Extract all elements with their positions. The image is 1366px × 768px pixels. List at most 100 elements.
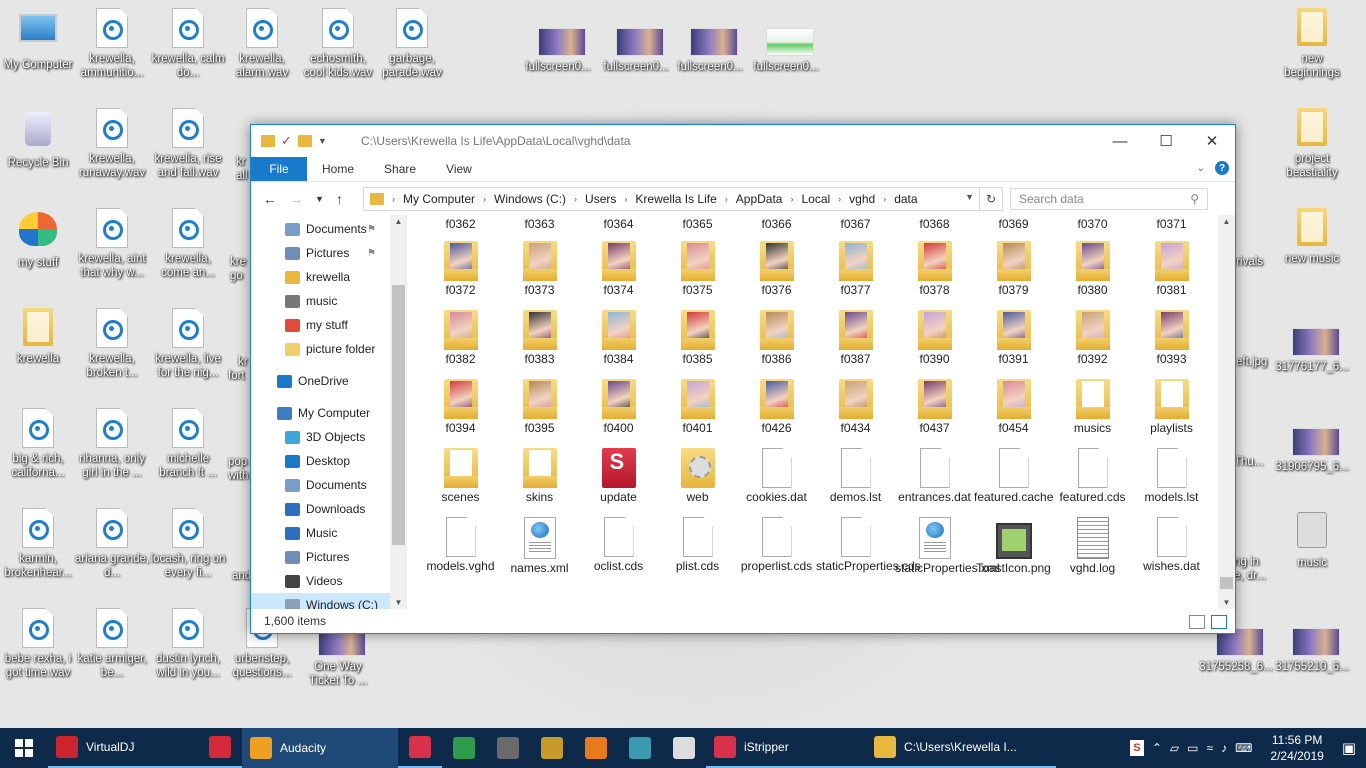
desktop-icon[interactable]: my stuff (0, 208, 76, 270)
details-view-icon[interactable] (1189, 615, 1205, 629)
breadcrumb-item[interactable]: vghd (841, 192, 875, 206)
file-item[interactable]: f0390 (895, 310, 974, 367)
file-item[interactable]: f0377 (816, 241, 895, 298)
chevron-up-icon[interactable]: ⌃ (1152, 741, 1162, 755)
nav-item[interactable]: krewella (251, 265, 390, 289)
large-icons-view-icon[interactable] (1211, 615, 1227, 629)
file-item[interactable]: f0376 (737, 241, 816, 298)
file-label[interactable]: f0365 (658, 217, 737, 232)
desktop-icon[interactable]: karmin, brokenhear... (0, 508, 76, 580)
breadcrumb-separator-icon[interactable]: › (616, 194, 627, 204)
desktop-icon[interactable]: My Computer (0, 8, 76, 72)
breadcrumb-item[interactable]: data (886, 192, 917, 206)
file-item[interactable]: web (658, 448, 737, 505)
maximize-button[interactable]: ☐ (1143, 125, 1189, 157)
scroll-down-icon[interactable]: ▼ (1218, 598, 1235, 607)
desktop-icon[interactable]: krewella, rise and fall.wav (150, 108, 226, 180)
desktop-icon[interactable]: krewella, broken t... (74, 308, 150, 380)
nav-item[interactable]: Downloads (251, 497, 390, 521)
file-item[interactable]: f0426 (737, 379, 816, 436)
pin-icon[interactable]: ⚑ (367, 224, 376, 235)
file-label[interactable]: f0363 (500, 217, 579, 232)
file-label[interactable]: f0369 (974, 217, 1053, 232)
desktop-icon[interactable]: fullscreen0... (520, 20, 596, 74)
nav-item[interactable]: picture folder (251, 337, 390, 361)
taskbar-item[interactable] (618, 728, 662, 768)
file-item[interactable]: models.lst (1132, 448, 1211, 505)
tab-share[interactable]: Share (369, 157, 431, 181)
desktop-icon[interactable]: bebe rexha, i got time.wav (0, 608, 76, 680)
help-icon[interactable]: ? (1215, 161, 1229, 175)
volume-icon[interactable]: ♪ (1221, 741, 1227, 755)
desktop-icon[interactable]: krewella, runaway.wav (74, 108, 150, 180)
desktop-icon[interactable]: new music (1274, 208, 1350, 266)
desktop-icon[interactable]: fullscreen0... (598, 20, 674, 74)
file-item[interactable]: f0372 (421, 241, 500, 298)
back-button[interactable]: ← (263, 191, 277, 207)
breadcrumb-item[interactable]: Windows (C:) (486, 192, 566, 206)
taskbar-item[interactable] (198, 728, 242, 768)
file-item[interactable]: f0386 (737, 310, 816, 367)
nav-item[interactable]: Documents ⚑ (251, 217, 390, 241)
desktop-icon[interactable]: rihanna, only girl in the ... (74, 408, 150, 480)
nav-item[interactable]: 3D Objects (251, 425, 390, 449)
scrollbar-thumb[interactable] (1220, 577, 1233, 589)
file-item[interactable]: skins (500, 448, 579, 505)
tab-file[interactable]: File (251, 157, 307, 181)
taskbar-item[interactable] (486, 728, 530, 768)
file-item[interactable]: musics (1053, 379, 1132, 436)
up-button[interactable]: ↑ (336, 191, 343, 207)
file-label[interactable]: f0366 (737, 217, 816, 232)
taskbar-item[interactable] (442, 728, 486, 768)
minimize-button[interactable]: — (1097, 125, 1143, 157)
start-button[interactable] (0, 728, 48, 768)
file-item[interactable]: f0373 (500, 241, 579, 298)
file-item[interactable]: vghd.log (1053, 517, 1132, 576)
chevron-down-icon[interactable]: ▼ (318, 136, 327, 146)
desktop-icon[interactable]: fullscreen0... (672, 20, 748, 74)
breadcrumb-item[interactable]: AppData (728, 192, 783, 206)
desktop-icon[interactable]: krewella (0, 308, 76, 366)
nav-item[interactable]: Pictures ⚑ (251, 241, 390, 265)
scroll-down-icon[interactable]: ▼ (390, 598, 407, 607)
nav-item[interactable]: Desktop (251, 449, 390, 473)
file-label[interactable]: f0371 (1132, 217, 1211, 232)
taskbar-item[interactable]: iStripper (706, 728, 866, 768)
file-item[interactable]: cookies.dat (737, 448, 816, 505)
tab-home[interactable]: Home (307, 157, 369, 181)
tab-view[interactable]: View (431, 157, 487, 181)
desktop-icon[interactable]: krewella, live for the nig... (150, 308, 226, 380)
file-item[interactable]: f0383 (500, 310, 579, 367)
file-item[interactable]: properlist.cds (737, 517, 816, 574)
content-scrollbar[interactable]: ▲ ▼ (1218, 215, 1235, 609)
refresh-button[interactable]: ↻ (979, 188, 1002, 210)
file-item[interactable]: f0401 (658, 379, 737, 436)
pin-icon[interactable]: ⚑ (367, 248, 376, 259)
desktop-icon[interactable]: dustin lynch, wild in you... (150, 608, 226, 680)
file-label[interactable]: f0370 (1053, 217, 1132, 232)
network-icon[interactable]: ▱ (1170, 741, 1179, 755)
close-button[interactable]: ✕ (1189, 125, 1235, 157)
file-explorer-window[interactable]: ✓ ▼ C:\Users\Krewella Is Life\AppData\Lo… (250, 124, 1236, 634)
file-item[interactable]: f0393 (1132, 310, 1211, 367)
scroll-up-icon[interactable]: ▲ (1218, 217, 1235, 226)
file-item[interactable]: featured.cds (1053, 448, 1132, 505)
desktop-icon[interactable]: krewella, come an... (150, 208, 226, 280)
nav-item[interactable]: OneDrive (251, 369, 390, 393)
file-label[interactable]: f0362 (421, 217, 500, 232)
file-item[interactable]: wishes.dat (1132, 517, 1211, 574)
file-item[interactable]: f0374 (579, 241, 658, 298)
file-item[interactable]: models.vghd (421, 517, 500, 574)
desktop-icon[interactable]: 31755210_6... (1274, 620, 1350, 674)
battery-icon[interactable]: ▭ (1187, 741, 1198, 755)
file-item[interactable]: f0381 (1132, 241, 1211, 298)
breadcrumb-separator-icon[interactable]: › (875, 194, 886, 204)
file-item[interactable]: f0454 (974, 379, 1053, 436)
file-item[interactable]: oclist.cds (579, 517, 658, 574)
desktop-icon[interactable]: project beastiality (1274, 108, 1350, 180)
file-item[interactable]: update (579, 448, 658, 505)
nav-item[interactable]: Documents (251, 473, 390, 497)
nav-item[interactable]: Videos (251, 569, 390, 593)
keyboard-icon[interactable]: ⌨ (1235, 741, 1252, 755)
scroll-up-icon[interactable]: ▲ (390, 217, 407, 226)
